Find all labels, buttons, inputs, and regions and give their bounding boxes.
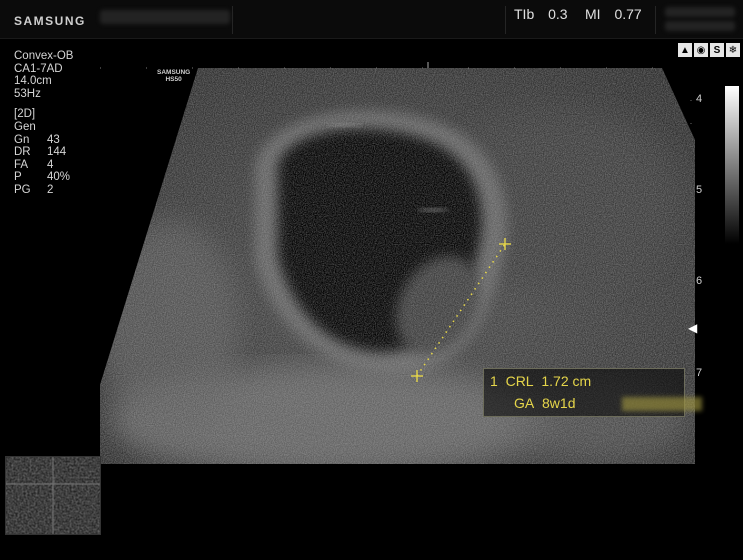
param-row: P 40% — [14, 171, 71, 184]
param-row: Gn 43 — [14, 133, 60, 146]
depth-label-4: 4 — [696, 93, 703, 105]
biopsy-icon: ▲ — [678, 43, 692, 57]
snowflake-icon: ❄ — [726, 43, 740, 57]
redacted-edd — [622, 397, 702, 411]
param-row: FA 4 — [14, 158, 54, 171]
measurement-result-box: 1 CRL 1.72 cm GA 8w1d — [483, 368, 702, 417]
depth-label-7: 7 — [696, 367, 703, 379]
fetus-icon: ◉ — [694, 43, 708, 57]
reference-thumbnail[interactable] — [5, 456, 101, 535]
gestational-age: GA 8w1d — [514, 395, 702, 411]
param-row: DR 144 — [14, 146, 67, 159]
harmonic-label: Gen — [14, 120, 36, 133]
frame-rate-label: 53Hz — [14, 87, 41, 100]
param-row: PG 2 — [14, 183, 54, 196]
crl-measurement: 1 CRL 1.72 cm — [490, 373, 592, 389]
imaging-mode-label: [2D] — [14, 108, 36, 121]
probe-badge-brand: SAMSUNG — [157, 69, 191, 76]
depth-label-6: 6 — [696, 275, 703, 287]
depth-label-5: 5 — [696, 184, 703, 196]
acquisition-info-panel: Convex-OB CA1-7AD 14.0cm 53Hz [2D] Gen G… — [14, 50, 73, 197]
probe-badge: SAMSUNG HS50 — [157, 69, 190, 83]
status-icon-group: ▲ ◉ S ❄ — [678, 43, 740, 57]
probe-badge-model: HS50 — [165, 76, 182, 83]
ultrasound-image — [100, 62, 695, 464]
grayscale-bar — [725, 86, 739, 244]
depth-label: 14.0cm — [14, 75, 52, 88]
s-icon: S — [710, 43, 724, 57]
focus-marker-icon[interactable]: ◀ — [688, 321, 697, 335]
preset-label: Convex-OB — [14, 50, 74, 62]
transducer-label: CA1-7AD — [14, 62, 63, 75]
